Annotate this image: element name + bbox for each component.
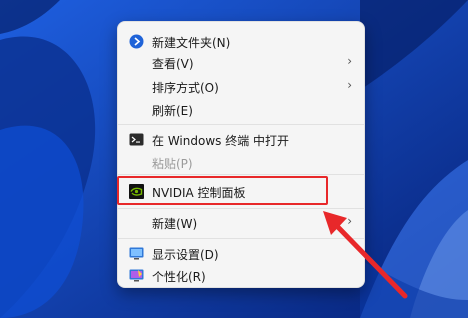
annotation-arrow: [323, 211, 408, 299]
